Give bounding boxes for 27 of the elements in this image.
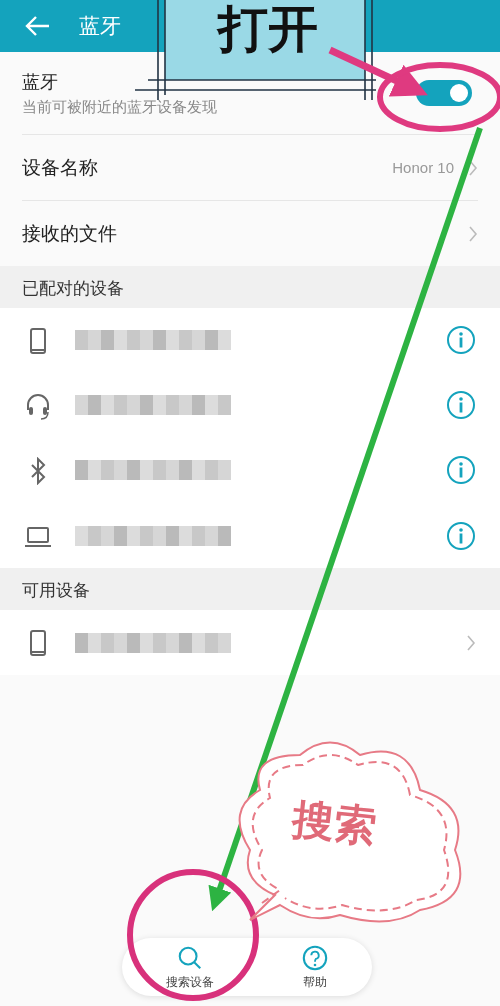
device-item[interactable] bbox=[0, 610, 500, 675]
chevron-icon bbox=[466, 633, 476, 652]
setting-description: 当前可被附近的蓝牙设备发现 bbox=[22, 97, 217, 117]
annotation-label: 打开 bbox=[218, 2, 318, 57]
setting-value: Honor 10 bbox=[392, 159, 454, 176]
screen-title: 蓝牙 bbox=[79, 13, 121, 40]
search-button[interactable]: 搜索设备 bbox=[159, 939, 220, 995]
info-icon[interactable] bbox=[446, 325, 476, 355]
setting-label: 接收的文件 bbox=[22, 220, 117, 246]
headset-icon bbox=[24, 391, 52, 420]
chevron-icon bbox=[468, 224, 478, 243]
callout-text: 搜索 bbox=[289, 795, 379, 851]
section-title: 可用设备 bbox=[22, 579, 90, 602]
help-icon bbox=[300, 943, 329, 972]
device-item[interactable] bbox=[0, 503, 500, 568]
info-icon[interactable] bbox=[446, 520, 476, 551]
setting-label: 设备名称 bbox=[22, 154, 98, 180]
settings-item[interactable]: 设备名称 Honor 10 bbox=[22, 135, 478, 201]
info-icon[interactable] bbox=[446, 390, 476, 420]
setting-label: 蓝牙 bbox=[22, 69, 59, 94]
device-item[interactable] bbox=[0, 308, 500, 373]
bluetooth-toggle[interactable] bbox=[416, 80, 472, 106]
settings-item[interactable]: 接收的文件 bbox=[22, 201, 478, 266]
info-icon[interactable] bbox=[446, 455, 476, 485]
help-button[interactable]: 帮助 bbox=[294, 939, 335, 995]
section-title: 已配对的设备 bbox=[22, 277, 124, 300]
back-icon[interactable] bbox=[25, 15, 51, 37]
